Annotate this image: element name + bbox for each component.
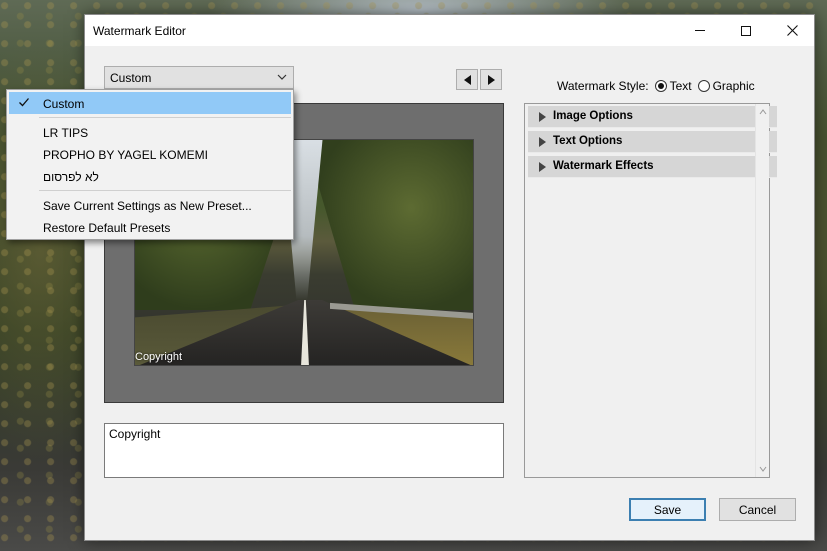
- minimize-button[interactable]: [677, 15, 723, 46]
- menu-divider: [39, 117, 291, 118]
- close-icon: [786, 25, 798, 36]
- next-button[interactable]: [480, 69, 502, 90]
- title-bar: Watermark Editor: [85, 15, 814, 46]
- menu-item-custom[interactable]: Custom: [9, 92, 291, 114]
- menu-item-restore-defaults[interactable]: Restore Default Presets: [9, 216, 291, 238]
- menu-item-label: LR TIPS: [43, 126, 89, 140]
- menu-item-label: PROPHO BY YAGEL KOMEMI: [43, 148, 208, 162]
- panel-label: Watermark Effects: [553, 160, 654, 172]
- chevron-down-icon: [277, 74, 287, 80]
- triangle-right-icon: [539, 137, 546, 147]
- menu-item-label: Save Current Settings as New Preset...: [43, 199, 252, 213]
- radio-graphic-label[interactable]: Graphic: [713, 79, 755, 93]
- previous-button[interactable]: [456, 69, 478, 90]
- watermark-style-group: Watermark Style: Text Graphic: [557, 78, 755, 94]
- triangle-left-icon: [463, 74, 471, 85]
- save-button[interactable]: Save: [629, 498, 706, 521]
- watermark-style-label: Watermark Style:: [557, 79, 649, 93]
- panel-label: Image Options: [553, 110, 633, 122]
- menu-item-hebrew-preset[interactable]: לא לפרסום: [9, 165, 291, 187]
- minimize-icon: [695, 30, 705, 31]
- options-scrollbar[interactable]: [755, 104, 769, 477]
- radio-text-label[interactable]: Text: [670, 79, 692, 93]
- window-title: Watermark Editor: [93, 24, 186, 38]
- radio-graphic[interactable]: [697, 80, 710, 92]
- radio-text[interactable]: [654, 80, 667, 92]
- watermark-overlay-text[interactable]: Copyright: [135, 351, 182, 363]
- triangle-right-icon: [487, 74, 495, 85]
- panel-text-options[interactable]: Text Options: [528, 131, 777, 153]
- menu-item-propho[interactable]: PROPHO BY YAGEL KOMEMI: [9, 143, 291, 165]
- preset-menu: Custom LR TIPS PROPHO BY YAGEL KOMEMI לא…: [6, 89, 294, 240]
- maximize-button[interactable]: [723, 15, 769, 46]
- triangle-right-icon: [539, 162, 546, 172]
- menu-item-label: לא לפרסום: [43, 170, 99, 184]
- cancel-button[interactable]: Cancel: [719, 498, 796, 521]
- menu-divider: [39, 190, 291, 191]
- menu-item-label: Restore Default Presets: [43, 221, 171, 235]
- options-panel: Image Options Text Options Watermark Eff…: [524, 103, 777, 478]
- close-button[interactable]: [769, 15, 815, 46]
- menu-item-label: Custom: [43, 97, 85, 111]
- panel-image-options[interactable]: Image Options: [528, 106, 777, 128]
- triangle-right-icon: [539, 112, 546, 122]
- maximize-icon: [741, 25, 751, 36]
- panel-watermark-effects[interactable]: Watermark Effects: [528, 156, 777, 178]
- check-icon: [19, 98, 29, 107]
- preset-selected-label: Custom: [110, 71, 152, 85]
- menu-item-lr-tips[interactable]: LR TIPS: [9, 121, 291, 143]
- preset-dropdown[interactable]: Custom: [104, 66, 294, 89]
- panel-label: Text Options: [553, 135, 623, 147]
- chevron-down-icon[interactable]: [759, 465, 767, 473]
- watermark-text-input[interactable]: Copyright: [104, 423, 504, 478]
- menu-item-save-preset[interactable]: Save Current Settings as New Preset...: [9, 194, 291, 216]
- chevron-up-icon[interactable]: [759, 108, 767, 116]
